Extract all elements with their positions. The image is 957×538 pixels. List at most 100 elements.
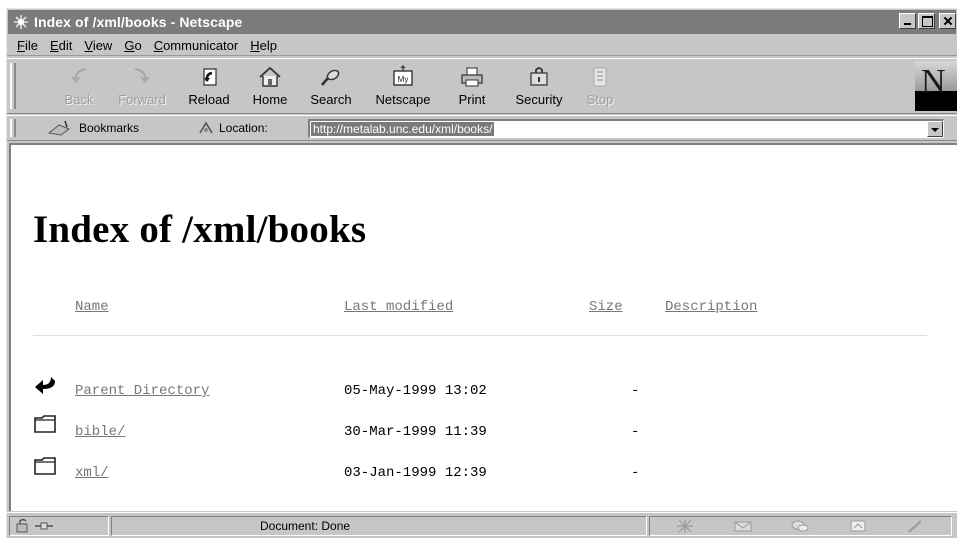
security-icon bbox=[530, 67, 548, 86]
parent-directory-link[interactable]: Parent Directory bbox=[75, 383, 209, 399]
menu-go-label: o bbox=[134, 38, 142, 53]
browser-window: Index of /xml/books - Netscape File Edit… bbox=[6, 8, 957, 538]
menu-edit-label: dit bbox=[58, 38, 73, 53]
search-icon bbox=[321, 69, 340, 86]
location-url-field[interactable]: http://metalab.unc.edu/xml/books/ bbox=[308, 119, 944, 138]
close-button[interactable] bbox=[939, 13, 956, 29]
menu-help[interactable]: Help bbox=[244, 38, 283, 53]
menu-communicator-label: ommunicator bbox=[163, 38, 239, 53]
row-size: - bbox=[631, 383, 640, 399]
netscape-throbber-logo[interactable]: N bbox=[915, 61, 957, 111]
header-divider bbox=[33, 335, 927, 336]
forward-button[interactable]: Forward bbox=[107, 59, 177, 115]
menu-edit-accel: E bbox=[49, 38, 59, 53]
location-label: Location: bbox=[219, 121, 268, 135]
stop-button[interactable]: Stop bbox=[577, 59, 623, 115]
menu-communicator[interactable]: Communicator bbox=[148, 38, 245, 53]
back-button[interactable]: Back bbox=[51, 59, 107, 115]
navigator-icon[interactable] bbox=[675, 518, 695, 534]
back-label: Back bbox=[64, 92, 94, 107]
window-controls bbox=[899, 13, 956, 29]
back-arrow-icon bbox=[71, 67, 87, 85]
menu-edit[interactable]: Edit bbox=[44, 38, 78, 53]
row-modified: 05-May-1999 13:02 bbox=[344, 383, 487, 399]
row-modified: 30-Mar-1999 11:39 bbox=[344, 424, 487, 440]
minimize-button[interactable] bbox=[899, 13, 916, 29]
row-modified: 03-Jan-1999 12:39 bbox=[344, 465, 487, 481]
security-status-cell bbox=[9, 516, 109, 536]
svg-text:My: My bbox=[398, 75, 409, 84]
status-bar: Document: Done bbox=[7, 512, 957, 538]
bookmarks-label: Bookmarks bbox=[79, 121, 140, 135]
discussions-icon[interactable] bbox=[790, 518, 810, 534]
menu-view-accel: V bbox=[84, 38, 93, 53]
parent-directory-icon[interactable] bbox=[33, 375, 59, 397]
page-content: Index of /xml/books Name Last modified S… bbox=[9, 143, 957, 511]
home-label: Home bbox=[252, 92, 288, 107]
row-size: - bbox=[631, 465, 640, 481]
folder-icon[interactable] bbox=[33, 455, 59, 477]
nav-buttons: Back Forward Reload Home Search My Netsc… bbox=[51, 59, 623, 115]
reload-button[interactable]: Reload bbox=[177, 59, 241, 115]
column-header-last-modified[interactable]: Last modified bbox=[344, 299, 453, 315]
reload-icon bbox=[203, 68, 217, 86]
menu-view[interactable]: View bbox=[78, 38, 118, 53]
maximize-button[interactable] bbox=[918, 13, 935, 29]
component-bar bbox=[649, 516, 952, 536]
print-label: Print bbox=[458, 92, 486, 107]
stop-label: Stop bbox=[586, 92, 614, 107]
menu-file-label: ile bbox=[24, 38, 38, 53]
menu-help-label: elp bbox=[259, 38, 277, 53]
forward-arrow-icon bbox=[134, 67, 150, 85]
mailbox-icon[interactable] bbox=[733, 518, 753, 534]
bookmarks-button[interactable]: Bookmarks bbox=[47, 119, 139, 137]
home-icon bbox=[259, 66, 281, 87]
menu-file[interactable]: File bbox=[11, 38, 44, 53]
netscape-label: Netscape bbox=[375, 92, 431, 107]
search-button[interactable]: Search bbox=[299, 59, 363, 115]
xml-folder-link[interactable]: xml/ bbox=[75, 465, 109, 481]
toolbar-grip[interactable] bbox=[10, 63, 16, 109]
status-text: Document: Done bbox=[260, 519, 351, 533]
stop-icon bbox=[593, 67, 607, 87]
menu-help-accel: H bbox=[250, 38, 260, 53]
netscape-button[interactable]: My Netscape bbox=[363, 59, 443, 115]
home-button[interactable]: Home bbox=[241, 59, 299, 115]
netscape-icon: My bbox=[393, 65, 413, 86]
menu-file-accel: F bbox=[17, 38, 25, 53]
menu-go-accel: G bbox=[124, 38, 135, 53]
title-bar: Index of /xml/books - Netscape bbox=[8, 10, 956, 34]
security-label: Security bbox=[515, 92, 563, 107]
forward-label: Forward bbox=[118, 92, 166, 107]
navigation-toolbar: Back Forward Reload Home Search My Netsc… bbox=[7, 58, 957, 114]
menu-bar: File Edit View Go Communicator Help bbox=[7, 36, 957, 56]
security-button[interactable]: Security bbox=[501, 59, 577, 115]
row-size: - bbox=[631, 424, 640, 440]
folder-icon[interactable] bbox=[33, 413, 59, 435]
menu-go[interactable]: Go bbox=[118, 38, 147, 53]
url-text: http://metalab.unc.edu/xml/books/ bbox=[311, 122, 495, 136]
logo-letter: N bbox=[921, 63, 946, 100]
page-title: Index of /xml/books bbox=[33, 208, 367, 251]
netscape-app-icon bbox=[14, 15, 28, 29]
bible-folder-link[interactable]: bible/ bbox=[75, 424, 125, 440]
location-grip[interactable] bbox=[10, 119, 16, 137]
column-header-description[interactable]: Description bbox=[665, 299, 757, 315]
search-label: Search bbox=[310, 92, 352, 107]
menu-view-label: iew bbox=[92, 38, 113, 53]
location-toolbar: Bookmarks Location: http://metalab.unc.e… bbox=[7, 115, 957, 141]
page-proxy-icon[interactable] bbox=[197, 119, 215, 137]
column-header-name[interactable]: Name bbox=[75, 299, 109, 315]
lock-icon[interactable] bbox=[14, 518, 34, 534]
column-header-size[interactable]: Size bbox=[589, 299, 623, 315]
location-label-group: Location: bbox=[197, 119, 268, 137]
url-dropdown-button[interactable] bbox=[927, 121, 943, 137]
bookmarks-icon bbox=[47, 120, 71, 136]
window-title: Index of /xml/books - Netscape bbox=[34, 14, 243, 30]
composer-icon[interactable] bbox=[848, 518, 868, 534]
print-button[interactable]: Print bbox=[443, 59, 501, 115]
connection-icon bbox=[35, 522, 53, 530]
menu-communicator-accel: C bbox=[153, 38, 164, 53]
status-text-cell: Document: Done bbox=[111, 516, 647, 536]
edit-pencil-icon[interactable] bbox=[906, 518, 926, 534]
